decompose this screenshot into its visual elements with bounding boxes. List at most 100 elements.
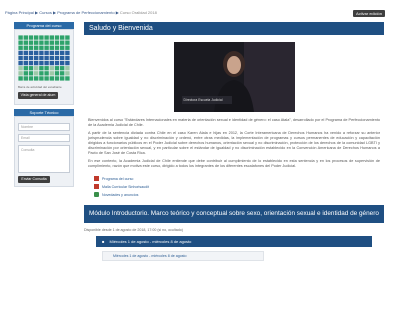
- progress-cell: [60, 45, 65, 50]
- progress-cell: [34, 76, 39, 81]
- progress-cell: [23, 55, 28, 61]
- progress-cell: [28, 76, 34, 81]
- paragraph: Bienvenidos al curso "Estándares Interna…: [88, 118, 380, 127]
- progress-cell: [34, 35, 39, 40]
- progress-cell: [18, 50, 23, 56]
- support-block: Nombre Email Consulta Enviar Consulta: [14, 116, 74, 187]
- progress-cell: [65, 35, 70, 40]
- progress-cell: [18, 45, 23, 50]
- progress-cell: [65, 71, 70, 76]
- progress-cell: [18, 55, 23, 61]
- progress-cell: [54, 50, 60, 56]
- resource-link[interactable]: Novedades y anuncios: [94, 191, 380, 199]
- progress-cell: [65, 66, 70, 71]
- progress-cell: [28, 40, 34, 45]
- name-field[interactable]: Nombre: [18, 123, 70, 131]
- progress-cell: [49, 50, 54, 56]
- progress-cell: [49, 60, 54, 66]
- pdf-icon: [94, 176, 99, 181]
- progress-cell: [18, 60, 23, 66]
- progress-cell: [28, 35, 34, 40]
- progress-cell: [23, 50, 28, 56]
- progress-cell: [54, 40, 60, 45]
- progress-cell: [23, 76, 28, 81]
- top-bar: Página Principal ▶ Cursos ▶ Programa de …: [0, 0, 393, 20]
- progress-cell: [65, 55, 70, 61]
- progress-cell: [18, 66, 23, 71]
- sidebar: Programa del curso Barra de actividad de…: [14, 22, 74, 191]
- progress-cell: [39, 55, 44, 61]
- progress-cell: [44, 35, 49, 40]
- progress-cell: [60, 40, 65, 45]
- progress-cell: [54, 76, 60, 81]
- progress-cell: [60, 55, 65, 61]
- overview-button[interactable]: Vista general de alum: [18, 92, 58, 99]
- progress-cell: [28, 71, 34, 76]
- progress-block: Barra de actividad del estudiante Vista …: [14, 29, 74, 105]
- main-content: Saludo y Bienvenida Directora Escuela Ju…: [84, 22, 384, 261]
- progress-cell: [34, 71, 39, 76]
- welcome-video[interactable]: Directora Escuela Judicial: [173, 42, 295, 112]
- progress-cell: [34, 40, 39, 45]
- progress-cell: [44, 76, 49, 81]
- progress-cell: [60, 66, 65, 71]
- progress-cell: [39, 71, 44, 76]
- progress-note: Barra de actividad del estudiante: [18, 85, 62, 89]
- progress-grid: [18, 35, 70, 81]
- email-field[interactable]: Email: [18, 134, 70, 142]
- progress-cell: [44, 45, 49, 50]
- support-block-title: Soporte Técnico: [14, 109, 74, 116]
- breadcrumb-home[interactable]: Página Principal: [5, 10, 34, 15]
- progress-cell: [34, 66, 39, 71]
- breadcrumb-courses[interactable]: Cursos: [39, 10, 52, 15]
- progress-cell: [54, 45, 60, 50]
- progress-cell: [60, 35, 65, 40]
- week-bullet-icon: ■: [102, 239, 105, 244]
- week-label: Miércoles 1 de agosto - miércoles 8 de a…: [109, 239, 192, 244]
- progress-cell: [49, 71, 54, 76]
- progress-cell: [49, 40, 54, 45]
- progress-cell: [60, 76, 65, 81]
- breadcrumb-current[interactable]: Curso Oralidad 2018: [120, 10, 157, 15]
- progress-cell: [18, 35, 23, 40]
- message-field[interactable]: Consulta: [18, 145, 70, 173]
- breadcrumb: Página Principal ▶ Cursos ▶ Programa de …: [5, 10, 157, 15]
- progress-cell: [65, 60, 70, 66]
- send-button[interactable]: Enviar Consulta: [18, 176, 50, 183]
- progress-cell: [34, 55, 39, 61]
- progress-cell: [44, 66, 49, 71]
- progress-cell: [39, 60, 44, 66]
- progress-cell: [34, 60, 39, 66]
- progress-cell: [39, 45, 44, 50]
- progress-cell: [65, 45, 70, 50]
- progress-cell: [44, 55, 49, 61]
- progress-cell: [49, 55, 54, 61]
- progress-cell: [44, 71, 49, 76]
- progress-cell: [65, 50, 70, 56]
- resource-list: Programa del curso Malla Curricular Sinh…: [94, 175, 380, 199]
- paragraph: A partir de la sentencia dictada contra …: [88, 131, 380, 155]
- paragraph: En ese contexto, la Academia Judicial de…: [88, 159, 380, 168]
- progress-cell: [49, 76, 54, 81]
- module-title: Módulo Introductorio. Marco teórico y co…: [84, 205, 384, 223]
- progress-cell: [54, 55, 60, 61]
- progress-cell: [18, 40, 23, 45]
- progress-cell: [44, 60, 49, 66]
- sub-item[interactable]: Miércoles 1 de agosto - miércoles 8 de a…: [102, 251, 264, 261]
- progress-cell: [60, 71, 65, 76]
- progress-cell: [28, 66, 34, 71]
- progress-cell: [28, 60, 34, 66]
- resource-link[interactable]: Malla Curricular Sinhorisaudit: [94, 183, 380, 191]
- progress-cell: [44, 40, 49, 45]
- resource-link[interactable]: Programa del curso: [94, 175, 380, 183]
- progress-cell: [18, 71, 23, 76]
- progress-cell: [34, 50, 39, 56]
- progress-cell: [23, 45, 28, 50]
- breadcrumb-program[interactable]: Programa de Perfeccionamiento: [57, 10, 114, 15]
- week-bar[interactable]: ■ Miércoles 1 de agosto - miércoles 8 de…: [96, 236, 372, 247]
- section-title: Saludo y Bienvenida: [84, 22, 384, 35]
- progress-cell: [39, 40, 44, 45]
- progress-cell: [65, 76, 70, 81]
- edit-mode-button[interactable]: Activar edición: [353, 10, 385, 17]
- progress-cell: [18, 76, 23, 81]
